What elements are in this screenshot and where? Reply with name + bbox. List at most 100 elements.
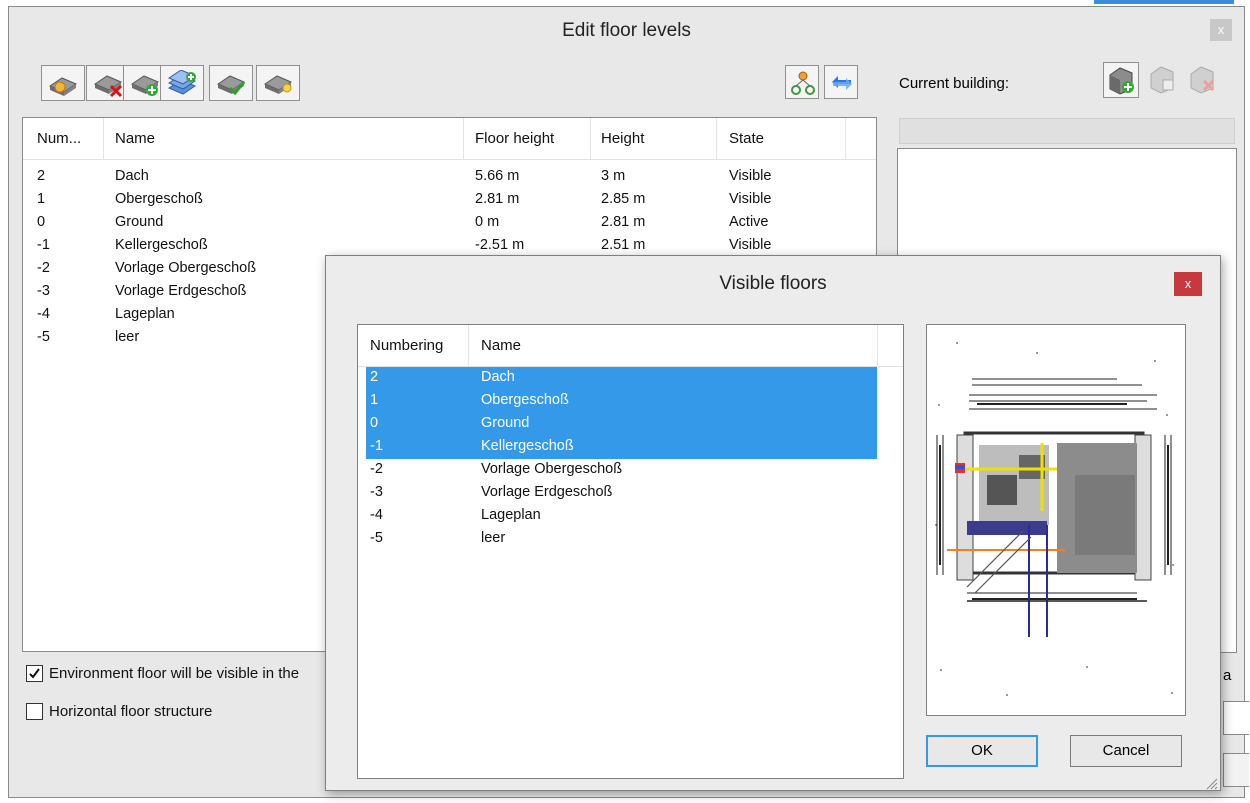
insert-floor-button[interactable] [41, 65, 85, 101]
cell-number: -3 [370, 484, 383, 500]
table-header: Num... Name Floor height Height State [23, 118, 876, 160]
cell-height: 2.81 m [601, 214, 646, 230]
partial-input-field[interactable] [1223, 701, 1249, 735]
floor-plan-preview [926, 324, 1186, 716]
checkmark-icon [29, 668, 40, 679]
cell-name: Vorlage Erdgeschoß [115, 283, 247, 299]
column-header-number[interactable]: Num... [37, 130, 81, 147]
list-item[interactable]: -2 Vorlage Obergeschoß [366, 459, 877, 482]
cell-name: leer [481, 530, 506, 546]
floor-plan-thumbnail [935, 342, 1174, 696]
table-row[interactable]: 2 Dach 5.66 m 3 m Visible [23, 168, 876, 191]
list-item-selected[interactable]: 2 Dach [366, 367, 877, 390]
current-building-label: Current building: [899, 75, 1010, 92]
environment-floor-checkbox[interactable] [26, 665, 43, 682]
list-header: Numbering Name [358, 325, 903, 367]
building-info-icon [1150, 66, 1174, 94]
add-building-button[interactable] [1103, 62, 1139, 98]
add-multiple-floors-icon [167, 70, 197, 95]
list-item[interactable]: -4 Lageplan [366, 505, 877, 528]
floor-tree-icon [791, 71, 815, 95]
cell-name: Obergeschoß [481, 392, 569, 408]
swap-button[interactable] [824, 65, 858, 99]
cell-state: Visible [729, 191, 772, 207]
check-floor-button[interactable] [209, 65, 253, 101]
column-header-name[interactable]: Name [115, 130, 155, 147]
cell-height: 2.85 m [601, 191, 646, 207]
table-row[interactable]: 0 Ground 0 m 2.81 m Active [23, 214, 876, 237]
column-header-numbering[interactable]: Numbering [370, 337, 443, 354]
list-item-selected[interactable]: 1 Obergeschoß [366, 390, 877, 413]
dialog-title: Visible floors [719, 273, 827, 294]
cell-name: Dach [481, 369, 515, 385]
list-item[interactable]: -5 leer [366, 528, 877, 551]
resize-grip[interactable] [1204, 776, 1218, 790]
column-header-name[interactable]: Name [481, 337, 521, 354]
column-separator[interactable] [716, 118, 717, 160]
column-header-height[interactable]: Height [601, 130, 644, 147]
partial-label: a [1223, 667, 1232, 684]
window-title: Edit floor levels [562, 20, 691, 41]
cell-name: Vorlage Obergeschoß [481, 461, 623, 477]
column-separator[interactable] [103, 118, 104, 160]
cell-name: leer [115, 329, 140, 345]
building-selector[interactable] [899, 118, 1235, 144]
delete-building-icon [1190, 66, 1215, 94]
list-item[interactable]: -3 Vorlage Erdgeschoß [366, 482, 877, 505]
cell-number: 2 [370, 369, 379, 385]
cell-number: -1 [370, 438, 383, 454]
floor-light-button[interactable] [256, 65, 300, 101]
ok-button[interactable]: OK [926, 735, 1038, 767]
cell-state: Active [729, 214, 769, 230]
floor-light-icon [263, 75, 293, 94]
column-separator[interactable] [845, 118, 846, 160]
swap-arrows-icon [832, 76, 852, 90]
add-building-icon [1109, 67, 1134, 95]
column-separator[interactable] [590, 118, 591, 160]
environment-floor-label[interactable]: Environment floor will be visible in the [49, 665, 299, 682]
dialog-close-button[interactable]: x [1174, 272, 1202, 296]
title-bar[interactable]: Edit floor levels x [9, 7, 1244, 53]
cell-state: Visible [729, 168, 772, 184]
cell-name: Kellergeschoß [481, 438, 574, 454]
cell-number: -5 [370, 530, 383, 546]
insert-floor-icon [48, 77, 78, 96]
visible-floors-list[interactable]: Numbering Name 2 Dach 1 Obergeschoß 0 Gr… [357, 324, 904, 779]
cell-number: -1 [37, 237, 50, 253]
background-app-accent [1094, 0, 1234, 4]
cell-height: 3 m [601, 168, 626, 184]
add-floor-icon [130, 75, 160, 96]
cell-floor-height: 0 m [475, 214, 500, 230]
floor-tree-button[interactable] [785, 65, 819, 99]
add-multiple-floors-button[interactable] [160, 65, 204, 101]
cell-number: 1 [370, 392, 379, 408]
close-button[interactable]: x [1210, 19, 1232, 41]
column-header-floor-height[interactable]: Floor height [475, 130, 554, 147]
delete-building-button[interactable] [1185, 62, 1221, 98]
cell-name: Lageplan [115, 306, 175, 322]
building-info-button[interactable] [1145, 62, 1181, 98]
cell-name: Vorlage Erdgeschoß [481, 484, 613, 500]
cell-number: 0 [37, 214, 46, 230]
cell-number: -4 [370, 507, 383, 523]
horizontal-floor-structure-label[interactable]: Horizontal floor structure [49, 703, 212, 720]
column-separator[interactable] [463, 118, 464, 160]
visible-floors-dialog: Visible floors x Numbering Name 2 Dach 1… [325, 255, 1221, 791]
cancel-button[interactable]: Cancel [1070, 735, 1182, 767]
column-header-state[interactable]: State [729, 130, 764, 147]
partial-button[interactable] [1223, 753, 1249, 787]
cell-number: 0 [370, 415, 379, 431]
cell-number: -5 [37, 329, 50, 345]
list-item-selected[interactable]: -1 Kellergeschoß [366, 436, 877, 459]
cell-number: -2 [370, 461, 383, 477]
cell-height: 2.51 m [601, 237, 646, 253]
list-item-selected[interactable]: 0 Ground [366, 413, 877, 436]
cell-floor-height: -2.51 m [475, 237, 525, 253]
delete-floor-icon [93, 75, 123, 98]
cell-floor-height: 2.81 m [475, 191, 520, 207]
horizontal-floor-structure-checkbox[interactable] [26, 703, 43, 720]
cell-number: 2 [37, 168, 46, 184]
column-separator[interactable] [877, 325, 878, 367]
table-row[interactable]: 1 Obergeschoß 2.81 m 2.85 m Visible [23, 191, 876, 214]
column-separator[interactable] [468, 325, 469, 367]
